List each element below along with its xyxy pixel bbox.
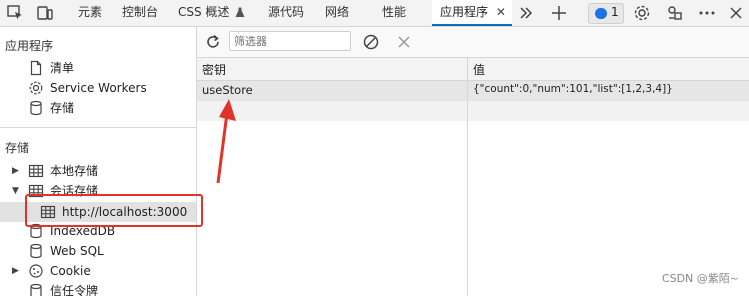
- column-header-value[interactable]: 值: [473, 61, 485, 78]
- settings-gear-icon[interactable]: [633, 4, 651, 22]
- device-toolbar-icon[interactable]: [36, 4, 54, 22]
- grid-header: 密钥 值: [197, 58, 749, 81]
- column-divider: [467, 58, 468, 296]
- table-row[interactable]: useStore {"count":0,"num":101,"list":[1,…: [197, 81, 749, 101]
- tab-sources[interactable]: 源代码: [268, 0, 304, 26]
- tab-performance[interactable]: 性能: [382, 0, 406, 26]
- refresh-icon[interactable]: [204, 33, 222, 51]
- message-icon: [595, 8, 607, 19]
- clear-all-icon[interactable]: [362, 33, 380, 51]
- expand-arrow-icon[interactable]: ▶: [12, 166, 19, 176]
- filter-input[interactable]: [229, 31, 351, 51]
- sidebar-item-label: 信任令牌: [50, 284, 99, 296]
- sidebar-item-label: 存储: [50, 101, 75, 115]
- sidebar-item-label: Service Workers: [50, 81, 147, 95]
- sidebar-item-label: Cookie: [50, 264, 91, 278]
- issues-badge[interactable]: 1: [588, 3, 624, 24]
- gear-icon: [29, 81, 43, 95]
- collapse-arrow-icon[interactable]: ▼: [12, 186, 19, 196]
- sidebar-divider: [0, 127, 196, 128]
- grid-table-icon: [28, 164, 44, 178]
- sidebar-item-label: Web SQL: [50, 244, 104, 258]
- tab-console[interactable]: 控制台: [122, 0, 158, 26]
- document-icon: [30, 60, 42, 76]
- devtools-tab-bar: 元素 控制台 CSS 概述 源代码 网络 性能 应用程序 ✕ 1: [0, 0, 749, 27]
- close-devtools-icon[interactable]: [727, 4, 745, 22]
- section-title-storage: 存储: [5, 141, 30, 155]
- tab-css-overview-label: CSS 概述: [178, 5, 230, 19]
- column-header-key[interactable]: 密钥: [202, 61, 226, 78]
- inspect-element-icon[interactable]: [6, 4, 24, 22]
- empty-table-row: [197, 101, 749, 121]
- section-title-application: 应用程序: [5, 39, 54, 53]
- application-sidebar: 应用程序 清单 Service Workers 存储 存储 ▶ 本地存储 ▼ 会…: [0, 27, 197, 296]
- connect-devices-icon[interactable]: [666, 4, 684, 22]
- tab-elements[interactable]: 元素: [78, 0, 102, 26]
- issues-count: 1: [611, 5, 619, 19]
- tab-application-label: 应用程序: [440, 5, 489, 19]
- more-options-icon[interactable]: [698, 4, 716, 22]
- watermark-text: CSDN @紫陌~: [661, 272, 739, 285]
- sidebar-item-label: 本地存储: [50, 164, 99, 178]
- add-tab-plus-icon[interactable]: [550, 4, 568, 22]
- annotation-arrow: [216, 99, 236, 184]
- database-icon: [30, 283, 42, 296]
- database-icon: [30, 243, 42, 259]
- delete-selected-icon[interactable]: [395, 33, 413, 51]
- cell-value: {"count":0,"num":101,"list":[1,2,3,4]}: [473, 83, 673, 95]
- close-tab-icon[interactable]: ✕: [496, 0, 506, 24]
- expand-arrow-icon[interactable]: ▶: [12, 266, 19, 276]
- more-tabs-chevron-icon[interactable]: [517, 4, 535, 22]
- tab-network[interactable]: 网络: [325, 0, 349, 26]
- cookie-icon: [29, 264, 43, 278]
- tab-application[interactable]: 应用程序 ✕: [432, 0, 512, 26]
- database-icon: [30, 100, 42, 116]
- annotation-highlight-box: [25, 194, 203, 227]
- storage-toolbar: [197, 27, 749, 58]
- tab-css-overview[interactable]: CSS 概述: [178, 0, 245, 26]
- flask-icon: [235, 7, 245, 17]
- sidebar-item-label: 清单: [50, 61, 75, 75]
- storage-data-grid: 密钥 值 useStore {"count":0,"num":101,"list…: [197, 58, 749, 296]
